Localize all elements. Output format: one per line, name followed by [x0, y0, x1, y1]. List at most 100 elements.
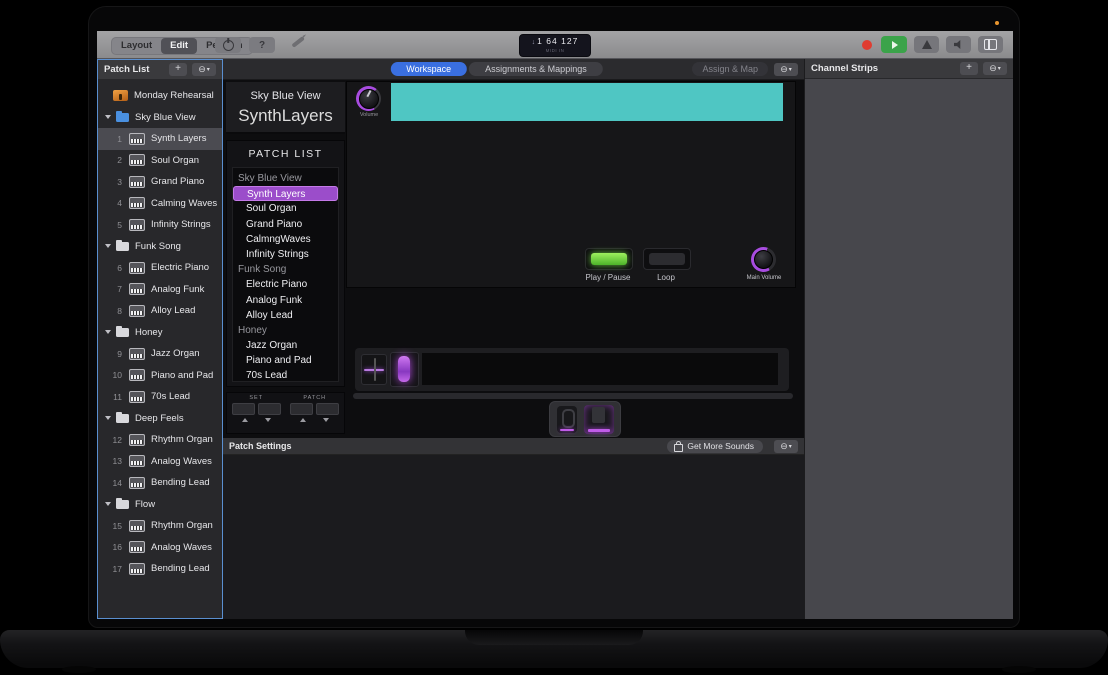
patch-list-item[interactable]: 17Bending Lead — [98, 558, 222, 580]
macbook-photo: Layout Edit Perform ? 1 64 127 MIDI IN — [0, 0, 1108, 675]
up-triangle-icon — [242, 418, 248, 422]
screen-keyboard[interactable] — [422, 353, 778, 385]
widget-patch-row[interactable]: 70s Lead — [233, 368, 338, 383]
add-channel-strip-button[interactable]: + — [960, 62, 978, 75]
patch-next-button[interactable] — [316, 403, 339, 415]
patch-label: Flow — [135, 499, 155, 510]
patch-label: 70s Lead — [151, 391, 190, 402]
up-triangle-icon — [300, 418, 306, 422]
patch-list-item[interactable]: 9Jazz Organ — [98, 343, 222, 365]
panels-button[interactable] — [978, 36, 1003, 53]
backing-tracks: Volume — [347, 83, 795, 121]
patch-list-item[interactable]: 4Calming Waves — [98, 193, 222, 215]
set-prev-button[interactable] — [232, 403, 255, 415]
patch-label: Electric Piano — [151, 262, 209, 273]
patch-list-set-folder[interactable]: Honey — [98, 322, 222, 344]
loop-button[interactable] — [643, 248, 691, 270]
widget-set-row[interactable]: Funk Song — [233, 262, 338, 277]
patch-list-item[interactable]: 7Analog Funk — [98, 279, 222, 301]
current-patch-name: SynthLayers — [226, 106, 345, 126]
patch-label: Grand Piano — [151, 176, 204, 187]
patch-label: Rhythm Organ — [151, 520, 213, 531]
tab-assignments-mappings[interactable]: Assignments & Mappings — [469, 62, 603, 76]
patch-prev-button[interactable] — [290, 403, 313, 415]
main-volume-knob[interactable] — [751, 247, 776, 272]
patch-list-action-menu[interactable] — [192, 63, 216, 76]
widget-patch-row[interactable]: Grand Piano — [233, 217, 338, 232]
transport-controls: Play / Pause Loop Main Volume — [347, 242, 797, 289]
disclosure-triangle-icon[interactable] — [105, 115, 111, 119]
midi-activity-display: 1 64 127 MIDI IN — [519, 34, 591, 57]
patch-list-item[interactable]: 1170s Lead — [98, 386, 222, 408]
expression-pedal[interactable] — [584, 405, 614, 434]
macbook-lid: Layout Edit Perform ? 1 64 127 MIDI IN — [88, 6, 1020, 628]
patch-list-item[interactable]: 3Grand Piano — [98, 171, 222, 193]
pitch-wheel[interactable] — [361, 354, 387, 385]
patch-list-item[interactable]: 14Bending Lead — [98, 472, 222, 494]
metronome-button[interactable] — [914, 36, 939, 53]
play-pause-button[interactable] — [585, 248, 633, 270]
full-screen-button[interactable] — [215, 37, 241, 53]
patch-list-item[interactable]: 13Analog Waves — [98, 451, 222, 473]
sustain-pedal[interactable] — [557, 406, 577, 433]
widget-patch-row[interactable]: Alloy Lead — [233, 308, 338, 323]
pedal-board — [549, 401, 621, 437]
disclosure-triangle-icon[interactable] — [105, 244, 111, 248]
macbook-base — [0, 630, 1108, 668]
track-volume-knob[interactable] — [356, 86, 381, 111]
play-button[interactable] — [881, 36, 907, 53]
edit-pencil-icon[interactable] — [291, 36, 304, 47]
widget-set-row[interactable]: Honey — [233, 323, 338, 338]
loop-label: Loop — [643, 273, 689, 282]
widget-patch-row[interactable]: Infinity Strings — [233, 247, 338, 262]
mode-layout[interactable]: Layout — [112, 38, 161, 54]
patch-list-panel: Patch List + Monday RehearsalSky Blue Vi… — [97, 59, 223, 619]
disclosure-triangle-icon[interactable] — [105, 416, 111, 420]
mode-edit[interactable]: Edit — [161, 38, 197, 54]
widget-patch-row[interactable]: Electric Piano — [233, 277, 338, 292]
widget-patch-row[interactable]: Jazz Organ — [233, 338, 338, 353]
channel-strips-action-menu[interactable] — [983, 62, 1007, 75]
add-patch-button[interactable]: + — [169, 63, 187, 76]
tab-workspace[interactable]: Workspace — [390, 62, 467, 76]
master-mute-button[interactable] — [946, 36, 971, 53]
patch-list-set-folder[interactable]: Sky Blue View — [98, 107, 222, 129]
patch-list-item[interactable]: 8Alloy Lead — [98, 300, 222, 322]
current-patch-display: Sky Blue View SynthLayers — [226, 82, 345, 134]
widget-patch-row[interactable]: Piano and Pad — [233, 353, 338, 368]
patch-list-set-folder[interactable]: Funk Song — [98, 236, 222, 258]
patch-list-item[interactable]: 10Piano and Pad — [98, 365, 222, 387]
workspace-action-menu[interactable] — [774, 63, 798, 76]
patch-list-concert[interactable]: Monday Rehearsal — [98, 85, 222, 107]
widget-set-row[interactable]: Sky Blue View — [233, 171, 338, 186]
patch-label: Bending Lead — [151, 563, 210, 574]
widget-patch-row[interactable]: CalmngWaves — [233, 232, 338, 247]
set-next-button[interactable] — [258, 403, 281, 415]
patch-list-item[interactable]: 6Electric Piano — [98, 257, 222, 279]
assign-map-button[interactable]: Assign & Map — [692, 62, 768, 76]
mod-wheel[interactable] — [390, 352, 419, 387]
concert-icon — [113, 90, 128, 101]
record-button[interactable] — [862, 40, 872, 50]
metronome-icon — [922, 40, 932, 49]
widget-patch-row[interactable]: Soul Organ — [233, 201, 338, 216]
widget-patch-row[interactable]: Synth Layers — [233, 186, 338, 201]
patch-list-set-folder[interactable]: Flow — [98, 494, 222, 516]
help-button[interactable]: ? — [249, 37, 275, 53]
disclosure-triangle-icon[interactable] — [105, 330, 111, 334]
patch-list-item[interactable]: 5Infinity Strings — [98, 214, 222, 236]
patch-settings-action-menu[interactable] — [774, 440, 798, 453]
disclosure-triangle-icon[interactable] — [105, 502, 111, 506]
patch-list-item[interactable]: 2Soul Organ — [98, 150, 222, 172]
patch-list-item[interactable]: 1Synth Layers — [98, 128, 222, 150]
help-icon: ? — [259, 40, 265, 51]
instrument-icon — [129, 477, 145, 489]
widget-patch-row[interactable]: Analog Funk — [233, 293, 338, 308]
patch-list-item[interactable]: 12Rhythm Organ — [98, 429, 222, 451]
patch-list-item[interactable]: 16Analog Waves — [98, 537, 222, 559]
get-more-sounds-button[interactable]: Get More Sounds — [667, 440, 763, 453]
play-led — [591, 253, 627, 265]
patch-list-set-folder[interactable]: Deep Feels — [98, 408, 222, 430]
camera-indicator-dot — [995, 21, 999, 25]
patch-list-item[interactable]: 15Rhythm Organ — [98, 515, 222, 537]
